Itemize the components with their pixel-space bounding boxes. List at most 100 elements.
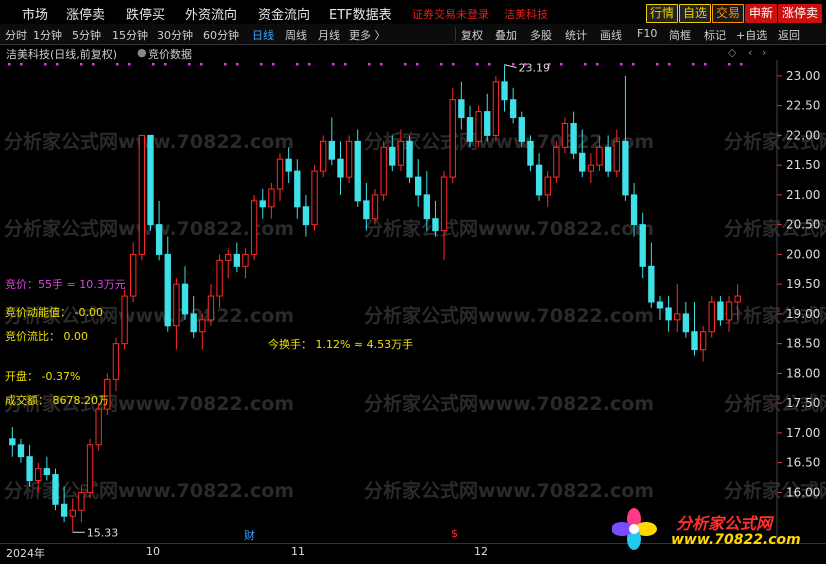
candle[interactable] xyxy=(121,290,128,350)
chevron-left-icon[interactable]: ‹ xyxy=(748,46,752,59)
candle[interactable] xyxy=(570,111,577,160)
candle[interactable] xyxy=(699,325,707,362)
candle[interactable] xyxy=(112,337,120,392)
candle[interactable] xyxy=(233,242,241,273)
candlestick-chart[interactable]: 分析家公式网www.70822.com 分析家公式网www.70822.com 分析… xyxy=(0,60,826,543)
statistics-button[interactable]: 统计 xyxy=(565,27,587,43)
tab-intraday[interactable]: 分时 xyxy=(5,27,27,43)
diamond-icon[interactable]: ◇ xyxy=(728,46,736,59)
candle[interactable] xyxy=(311,165,318,231)
menu-limit-up-sell[interactable]: 涨停卖 xyxy=(66,4,105,23)
candle[interactable] xyxy=(276,153,284,201)
candle[interactable] xyxy=(414,159,422,207)
candle[interactable] xyxy=(328,117,336,166)
candle[interactable] xyxy=(458,81,465,130)
simple-frame-button[interactable]: 简框 xyxy=(669,27,691,43)
candle[interactable] xyxy=(484,93,491,142)
candle[interactable] xyxy=(147,134,154,231)
candle-body xyxy=(630,194,638,226)
trade-button[interactable]: 交易 xyxy=(712,4,745,23)
candle[interactable] xyxy=(656,296,664,320)
menu-limit-down-buy[interactable]: 跌停买 xyxy=(126,4,165,23)
candle[interactable] xyxy=(337,141,344,195)
candle[interactable] xyxy=(190,296,197,338)
candle[interactable] xyxy=(86,438,94,499)
candle[interactable] xyxy=(345,135,353,183)
candle[interactable] xyxy=(207,284,215,326)
candle[interactable] xyxy=(354,129,361,207)
candle[interactable] xyxy=(475,105,482,148)
candle[interactable] xyxy=(138,134,146,261)
candle[interactable] xyxy=(466,105,474,148)
candle[interactable] xyxy=(492,75,500,142)
tab-30min[interactable]: 30分钟 xyxy=(157,27,193,43)
tab-15min[interactable]: 15分钟 xyxy=(112,27,148,43)
candle[interactable] xyxy=(216,254,223,308)
candle[interactable] xyxy=(509,87,517,124)
tab-daily[interactable]: 日线 xyxy=(252,27,274,43)
candle[interactable] xyxy=(440,171,448,261)
candle[interactable] xyxy=(294,159,301,219)
candle[interactable] xyxy=(691,302,698,356)
candle[interactable] xyxy=(43,456,51,481)
candle[interactable] xyxy=(17,438,25,463)
tab-weekly[interactable]: 周线 xyxy=(285,27,307,43)
candle[interactable] xyxy=(259,188,266,219)
quote-button[interactable]: 行情 xyxy=(646,4,679,23)
candle[interactable] xyxy=(242,248,249,279)
tab-60min[interactable]: 60分钟 xyxy=(203,27,239,43)
limit-up-sell-button[interactable]: 涨停卖 xyxy=(778,4,823,23)
tab-more[interactable]: 更多 〉 xyxy=(349,27,386,43)
chevron-right-icon[interactable]: › xyxy=(762,46,766,59)
f10-button[interactable]: F10 xyxy=(637,27,657,40)
candle[interactable] xyxy=(449,87,456,183)
candle[interactable] xyxy=(268,183,275,219)
mark-button[interactable]: 标记 xyxy=(704,27,726,43)
draw-line-button[interactable]: 画线 xyxy=(600,27,622,43)
candle[interactable] xyxy=(302,194,310,237)
add-watchlist-button[interactable]: +自选 xyxy=(736,27,767,43)
menu-foreign-flow[interactable]: 外资流向 xyxy=(185,4,237,23)
candle[interactable] xyxy=(406,135,413,183)
candle[interactable] xyxy=(708,296,715,338)
back-button[interactable]: 返回 xyxy=(778,27,800,43)
candle[interactable] xyxy=(173,278,180,350)
candle[interactable] xyxy=(682,302,690,338)
candle[interactable] xyxy=(52,468,59,511)
candle[interactable] xyxy=(501,64,508,112)
candle[interactable] xyxy=(320,135,327,178)
candle[interactable] xyxy=(587,153,595,183)
menu-etf-table[interactable]: ETF数据表 xyxy=(329,4,392,23)
menu-market[interactable]: 市场 xyxy=(22,4,48,23)
tab-monthly[interactable]: 月线 xyxy=(318,27,340,43)
candle[interactable] xyxy=(535,153,543,201)
candle[interactable] xyxy=(665,296,672,332)
candle[interactable] xyxy=(130,242,137,303)
candle[interactable] xyxy=(225,248,232,279)
overlay-button[interactable]: 叠加 xyxy=(495,27,517,43)
login-alert[interactable]: 证券交易未登录 xyxy=(412,6,489,22)
menu-capital-flow[interactable]: 资金流向 xyxy=(258,4,310,23)
tab-1min[interactable]: 1分钟 xyxy=(33,27,62,43)
candle[interactable] xyxy=(164,236,171,332)
restore-rights-button[interactable]: 复权 xyxy=(461,27,483,43)
candle[interactable] xyxy=(544,171,551,207)
finance-marker[interactable]: 财 xyxy=(244,527,255,543)
candle[interactable] xyxy=(26,444,33,487)
candle[interactable] xyxy=(9,426,16,457)
candle[interactable] xyxy=(95,403,102,451)
candle[interactable] xyxy=(648,242,655,308)
candle[interactable] xyxy=(717,296,724,326)
candle[interactable] xyxy=(553,141,560,183)
candle[interactable] xyxy=(674,284,681,332)
dollar-marker[interactable]: $ xyxy=(451,527,458,540)
candle[interactable] xyxy=(181,266,189,320)
candle[interactable] xyxy=(250,194,258,261)
new-button[interactable]: 申新 xyxy=(745,4,778,23)
watchlist-button[interactable]: 自选 xyxy=(679,4,712,23)
multi-stock-button[interactable]: 多股 xyxy=(530,27,552,43)
candle[interactable] xyxy=(380,141,387,201)
candle[interactable] xyxy=(69,498,76,533)
candle[interactable] xyxy=(155,200,163,261)
tab-5min[interactable]: 5分钟 xyxy=(72,27,101,43)
